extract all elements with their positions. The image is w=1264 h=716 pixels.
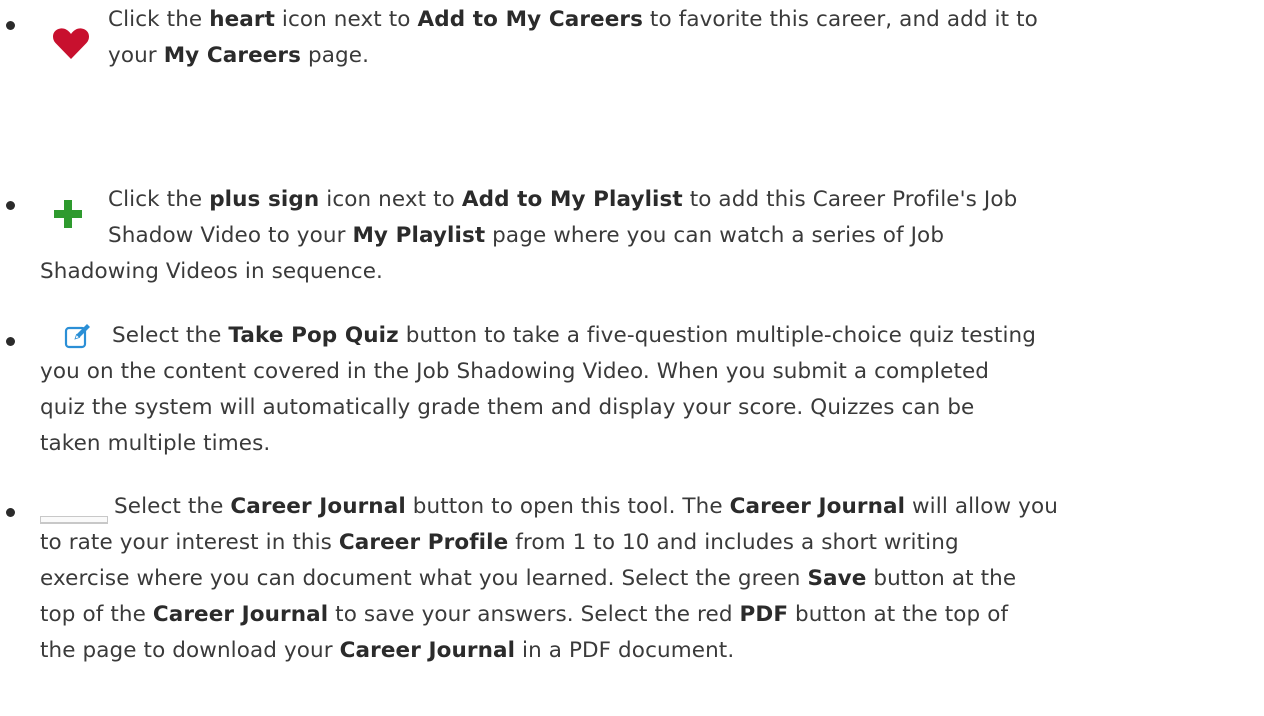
bold-term: heart — [209, 7, 275, 32]
text-line: Select the Career Journal button to open… — [40, 489, 1250, 525]
text-line: Click the heart icon next to Add to My C… — [108, 2, 1238, 38]
bullet — [6, 337, 15, 346]
heart-icon — [52, 26, 90, 72]
text-segment: button at the top of — [788, 602, 1009, 627]
text-segment: to save your answers. Select the red — [328, 602, 740, 627]
bold-term: Take Pop Quiz — [228, 323, 399, 348]
item-text: Select the Career Journal button to open… — [40, 489, 1250, 669]
bold-term: Save — [807, 566, 867, 591]
text-segment: quiz the system will automatically grade… — [40, 395, 975, 420]
bold-term: My Careers — [163, 43, 302, 68]
bold-term: My Playlist — [352, 223, 486, 248]
text-segment: Select the — [112, 323, 229, 348]
text-segment: page where you can watch a series of Job — [485, 223, 945, 248]
bold-term: plus sign — [209, 187, 320, 212]
text-segment: button to open this tool. The — [405, 494, 730, 519]
item-text: Click the plus sign icon next to Add to … — [108, 182, 1238, 254]
bold-term: Career Journal — [152, 602, 329, 627]
bold-term: PDF — [739, 602, 789, 627]
text-segment: Click the — [108, 7, 210, 32]
text-line: Click the plus sign icon next to Add to … — [108, 182, 1238, 218]
text-line: taken multiple times. — [40, 426, 1250, 462]
text-segment: the page to download your — [40, 638, 340, 663]
text-line: the page to download your Career Journal… — [40, 633, 1250, 669]
text-segment: Click the — [108, 187, 210, 212]
text-segment: Shadow Video to your — [108, 223, 353, 248]
plus-icon — [54, 200, 82, 240]
text-segment: top of the — [40, 602, 153, 627]
text-segment: you on the content covered in the Job Sh… — [40, 359, 990, 384]
text-segment: Shadowing Videos in sequence. — [40, 259, 383, 284]
text-segment: to add this Career Profile's Job — [682, 187, 1018, 212]
text-line: you on the content covered in the Job Sh… — [40, 354, 1250, 390]
text-segment: in a PDF document. — [515, 638, 735, 663]
text-segment: taken multiple times. — [40, 431, 271, 456]
text-line: Shadow Video to your My Playlist page wh… — [108, 218, 1238, 254]
text-segment: to favorite this career, and add it to — [643, 7, 1038, 32]
text-line: exercise where you can document what you… — [40, 561, 1250, 597]
bold-term: Career Profile — [338, 530, 509, 555]
text-segment: will allow you — [905, 494, 1058, 519]
text-line: top of the Career Journal to save your a… — [40, 597, 1250, 633]
text-segment: page. — [301, 43, 370, 68]
text-segment: your — [108, 43, 164, 68]
text-segment: button at the — [866, 566, 1017, 591]
bullet — [6, 201, 15, 210]
text-segment: Select the — [114, 494, 231, 519]
bullet — [6, 508, 15, 517]
bold-term: Add to My Playlist — [461, 187, 683, 212]
text-line: your My Careers page. — [108, 38, 1238, 74]
text-segment: exercise where you can document what you… — [40, 566, 808, 591]
bold-term: Career Journal — [729, 494, 906, 519]
career-journal-button-icon — [40, 516, 108, 524]
text-segment: icon next to — [319, 187, 462, 212]
item-text: Click the heart icon next to Add to My C… — [108, 2, 1238, 74]
text-line: quiz the system will automatically grade… — [40, 390, 1250, 426]
text-segment: button to take a five-question multiple-… — [398, 323, 1037, 348]
heart-shape — [52, 28, 90, 59]
edit-icon — [64, 322, 92, 362]
text-line: Select the Take Pop Quiz button to take … — [40, 318, 1250, 354]
text-segment: from 1 to 10 and includes a short writin… — [508, 530, 959, 555]
text-segment: icon next to — [274, 7, 418, 32]
text-line: Shadowing Videos in sequence. — [40, 254, 383, 290]
text-segment: to rate your interest in this — [40, 530, 339, 555]
bold-term: Career Journal — [230, 494, 406, 519]
text-line: to rate your interest in this Career Pro… — [40, 525, 1250, 561]
item-text: Select the Take Pop Quiz button to take … — [40, 318, 1250, 462]
bullet — [6, 21, 15, 30]
bold-term: Add to My Careers — [417, 7, 643, 32]
plus-horizontal-bar — [54, 210, 82, 218]
bold-term: Career Journal — [339, 638, 516, 663]
